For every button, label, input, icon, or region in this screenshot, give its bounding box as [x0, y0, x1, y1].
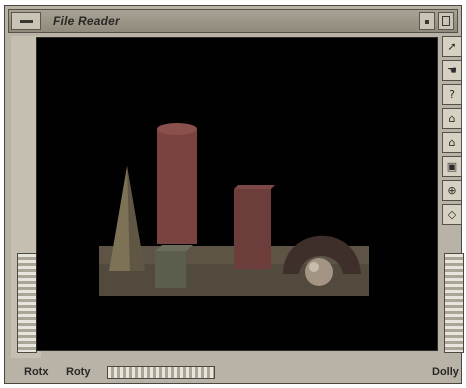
- view-all-button[interactable]: ▣: [442, 156, 462, 177]
- window-menu-button[interactable]: [11, 12, 41, 30]
- set-home-icon: ⌂: [448, 136, 456, 149]
- help-button[interactable]: ?: [442, 84, 462, 105]
- rotx-thumbwheel[interactable]: [17, 253, 37, 353]
- set-home-button[interactable]: ⌂: [442, 132, 462, 153]
- window-title: File Reader: [53, 14, 120, 28]
- dolly-thumbwheel[interactable]: [444, 253, 464, 353]
- home-icon: ⌂: [448, 112, 456, 125]
- scene-cylinder-top: [157, 123, 197, 135]
- scene-cube: [155, 251, 186, 288]
- scene-sphere: [305, 258, 333, 286]
- projection-icon: ◇: [447, 208, 457, 221]
- seek-button[interactable]: ⊕: [442, 180, 462, 201]
- viewer-toolbar: ➚ ☚ ? ⌂ ⌂ ▣ ⊕ ◇: [442, 36, 464, 246]
- minimize-button[interactable]: [419, 12, 435, 30]
- pointer-icon: ➚: [447, 40, 457, 53]
- title-bar[interactable]: File Reader: [8, 9, 458, 33]
- maximize-icon: [442, 16, 450, 26]
- scene-box: [234, 189, 271, 269]
- 3d-scene: [99, 123, 369, 296]
- scene-box-top: [234, 185, 275, 189]
- view-all-icon: ▣: [446, 160, 458, 173]
- seek-icon: ⊕: [447, 184, 457, 197]
- roty-thumbwheel[interactable]: [107, 366, 215, 379]
- window-menu-icon: [20, 20, 33, 23]
- maximize-button[interactable]: [438, 12, 454, 30]
- roty-label: Roty: [66, 366, 91, 378]
- scene-sphere-highlight: [309, 262, 319, 272]
- dolly-label: Dolly: [432, 366, 459, 378]
- minimize-icon: [425, 20, 429, 24]
- pointer-tool-button[interactable]: ➚: [442, 36, 462, 57]
- thumbwheel-bar: Rotx Roty Dolly: [4, 357, 462, 384]
- rotx-label: Rotx: [24, 366, 49, 378]
- hand-tool-button[interactable]: ☚: [442, 60, 462, 81]
- viewer-render-area[interactable]: [36, 37, 438, 351]
- home-button[interactable]: ⌂: [442, 108, 462, 129]
- help-icon: ?: [449, 88, 455, 101]
- scene-cylinder: [157, 129, 197, 244]
- hand-icon: ☚: [447, 64, 457, 77]
- projection-button[interactable]: ◇: [442, 204, 462, 225]
